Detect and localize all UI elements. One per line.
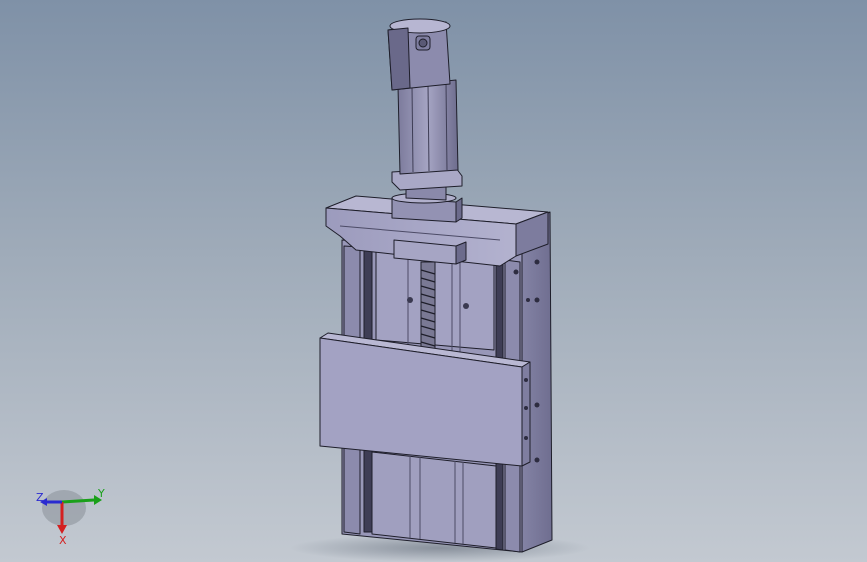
lead-screw[interactable] (420, 261, 436, 353)
lower-face (371, 451, 497, 549)
triad-base (42, 490, 86, 526)
linear-module-model[interactable] (0, 0, 867, 562)
servo-motor[interactable] (387, 18, 463, 191)
graphics-viewport[interactable]: Y X Z (0, 0, 867, 562)
triad-y-axis (61, 498, 95, 504)
triad-y-label: Y (97, 487, 105, 500)
triad-z-label: Z (36, 491, 44, 504)
view-orientation-triad[interactable]: Y X Z (28, 480, 118, 550)
carriage-side (521, 361, 531, 467)
triad-x-arrow (57, 525, 67, 534)
triad-x-label: X (59, 534, 67, 547)
